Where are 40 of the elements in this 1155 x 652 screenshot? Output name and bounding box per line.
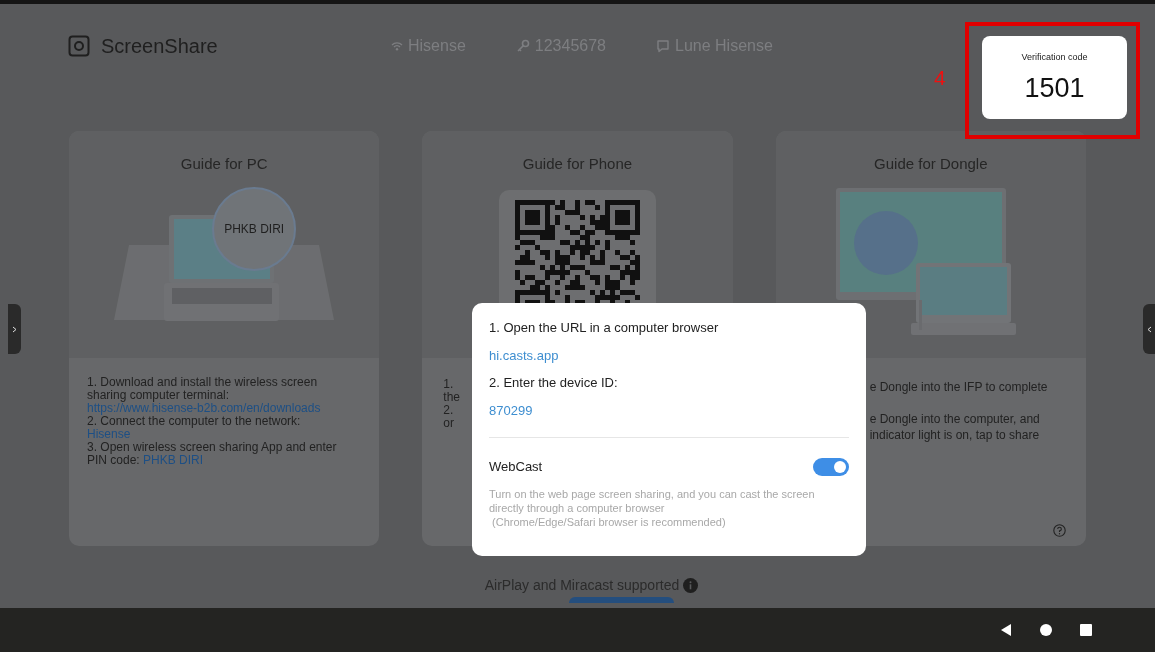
app-title: ScreenShare bbox=[101, 34, 219, 59]
wifi-icon bbox=[391, 41, 403, 51]
device-id: 870299 bbox=[489, 403, 533, 419]
instruction-step: 3. Open wireless screen sharing App and enter PIN code: PHKB DIRI bbox=[87, 441, 352, 467]
side-handle[interactable] bbox=[1143, 304, 1155, 354]
app-logo-icon bbox=[68, 35, 90, 57]
back-icon[interactable] bbox=[999, 623, 1013, 637]
instruction-step: 2. Connect the computer to the network: Hisense bbox=[87, 415, 352, 441]
help-icon[interactable] bbox=[1053, 524, 1066, 537]
instruction-fragment: e Dongle into the computer, and indicator light is on, tap to share bbox=[869, 411, 1041, 443]
pin-code-bubble: PHKB DIRI bbox=[212, 187, 297, 271]
link[interactable]: https://www.hisense-b2b.com/en/downloads bbox=[87, 402, 352, 415]
card-title: Guide for Dongle bbox=[874, 154, 988, 174]
webcast-label: WebCast bbox=[489, 458, 543, 476]
instruction-fragment: the bbox=[443, 391, 460, 404]
chat-bubble-icon bbox=[656, 39, 670, 53]
chevron-right-icon bbox=[12, 325, 17, 333]
instruction-fragment: 2. bbox=[443, 404, 454, 417]
annotation-number: 4 bbox=[934, 66, 946, 90]
webcast-toggle[interactable] bbox=[813, 457, 849, 476]
card-title: Guide for PC bbox=[180, 154, 268, 174]
link[interactable]: Hisense bbox=[87, 428, 352, 441]
recents-icon[interactable] bbox=[1079, 623, 1093, 637]
key-icon bbox=[515, 39, 530, 53]
home-icon[interactable] bbox=[1039, 623, 1053, 637]
link[interactable]: PHKB DIRI bbox=[143, 453, 204, 467]
side-handle[interactable] bbox=[8, 304, 21, 354]
instruction-fragment: 1. bbox=[443, 378, 454, 391]
chevron-left-icon bbox=[1146, 325, 1152, 333]
instruction-step: 1. Download and install the wireless screen sharing computer terminal: https://www.hisense-b2b.com/en/downloads bbox=[87, 376, 352, 415]
info-icon[interactable] bbox=[683, 577, 699, 593]
verification-code: 1501 bbox=[1024, 72, 1085, 104]
dialog-step: 1. Open the URL in a computer browser bbox=[489, 320, 719, 336]
webcast-description: Turn on the web page screen sharing, and you can cast the screen directly through a computer browser (Chrome/Edge/Safari browser is recommended) bbox=[489, 486, 816, 529]
verification-label: Verification code bbox=[1021, 52, 1088, 63]
url-link[interactable]: hi.casts.app bbox=[489, 348, 559, 364]
dialog-step: 2. Enter the device ID: bbox=[489, 375, 618, 391]
card-title: Guide for Phone bbox=[522, 154, 633, 174]
instruction-fragment: or bbox=[443, 417, 454, 430]
instruction-fragment: e Dongle into the IFP to complete bbox=[869, 379, 1049, 395]
